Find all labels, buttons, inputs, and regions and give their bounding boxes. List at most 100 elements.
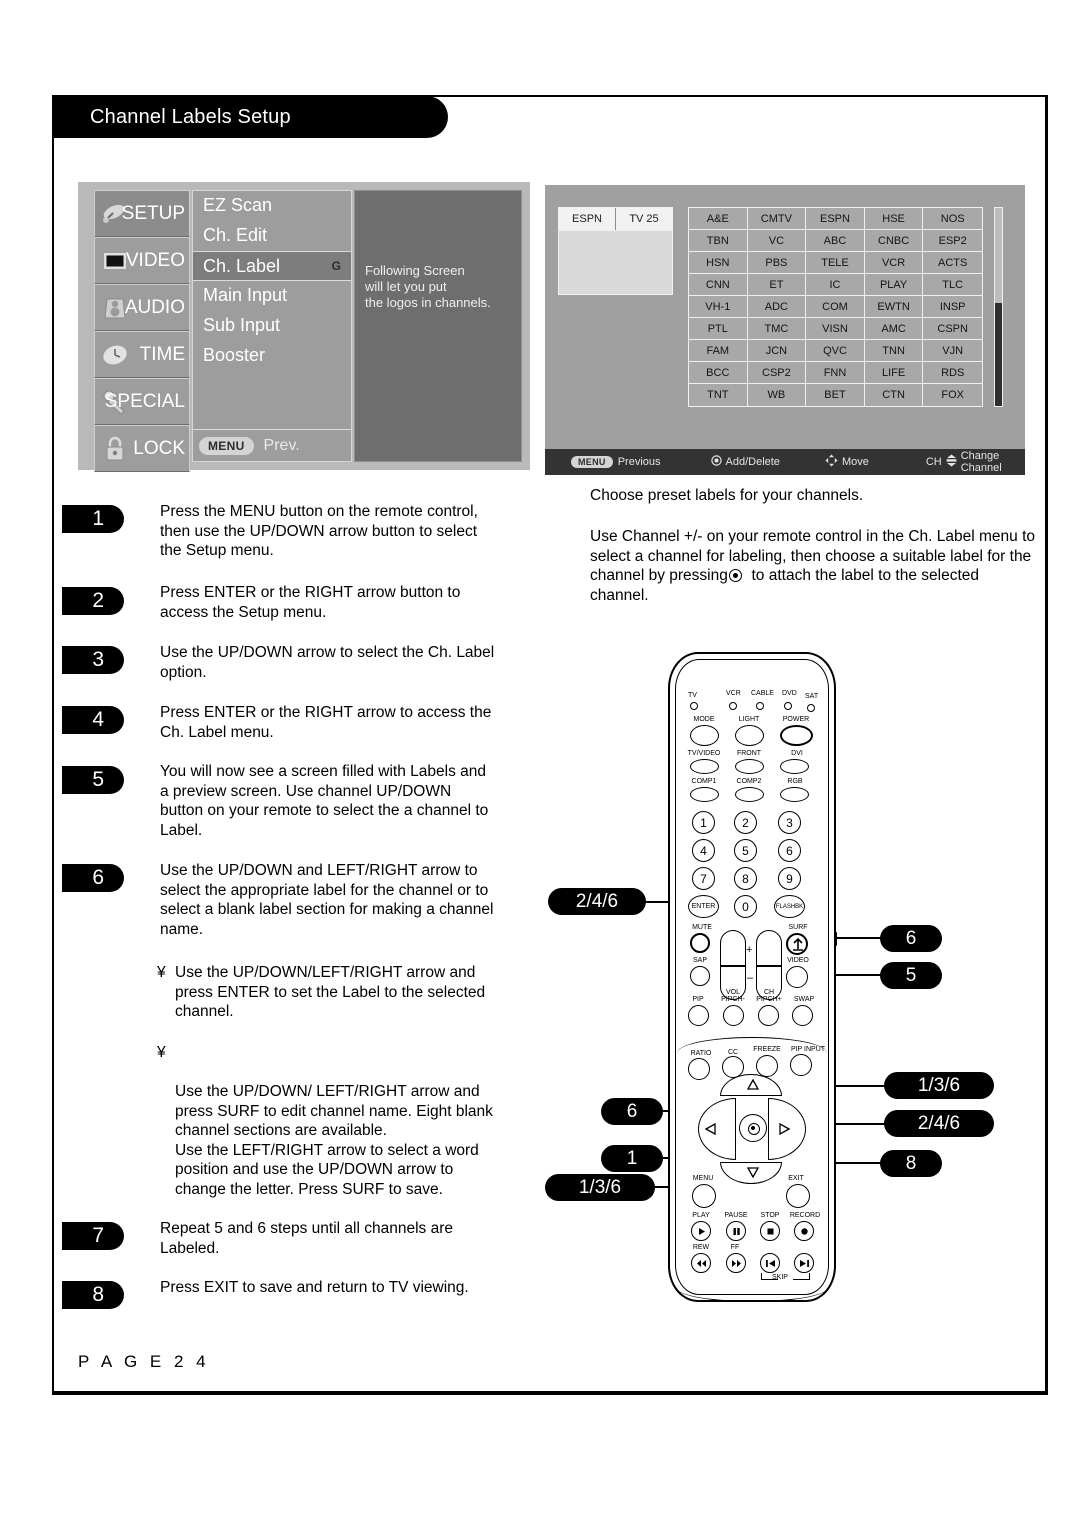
channel-label-cell[interactable]: PLAY xyxy=(864,274,924,296)
channel-label-cell[interactable]: VJN xyxy=(923,340,982,362)
osd-item-sub-input[interactable]: Sub Input xyxy=(193,311,351,341)
bottombar-add-delete[interactable]: Add/Delete xyxy=(710,455,780,469)
osd-category-video[interactable]: VIDEO xyxy=(94,237,190,284)
scrollbar-thumb[interactable] xyxy=(995,303,1002,406)
channel-label-cell[interactable]: ABC xyxy=(806,230,865,252)
channel-label-cell[interactable]: VCR xyxy=(864,252,924,274)
osd-category-special[interactable]: SPECIAL xyxy=(94,378,190,425)
channel-label-cell[interactable]: VC xyxy=(747,230,807,252)
channel-label-cell[interactable]: IC xyxy=(806,274,865,296)
keypad-1[interactable]: 1 xyxy=(692,811,715,834)
channel-label-cell[interactable]: BCC xyxy=(689,362,748,384)
channel-label-cell[interactable]: CNN xyxy=(689,274,748,296)
channel-label-cell[interactable]: TNN xyxy=(864,340,924,362)
mode-button[interactable] xyxy=(690,725,719,746)
osd-category-lock[interactable]: LOCK xyxy=(94,425,190,472)
osd-category-audio[interactable]: AUDIO xyxy=(94,284,190,331)
dvi-button[interactable] xyxy=(780,759,809,774)
channel-label-cell[interactable]: TLC xyxy=(923,274,982,296)
rgb-button[interactable] xyxy=(780,787,809,802)
channel-label-cell[interactable]: ADC xyxy=(747,296,807,318)
pipch-plus-button[interactable] xyxy=(758,1005,779,1026)
comp1-button[interactable] xyxy=(690,787,719,802)
keypad-9[interactable]: 9 xyxy=(778,867,801,890)
channel-label-cell[interactable]: A&E xyxy=(689,208,748,230)
tv-video-button[interactable] xyxy=(690,759,719,774)
flashback-button[interactable]: FLASHBK xyxy=(774,895,805,918)
enter-button[interactable]: ENTER xyxy=(688,895,719,918)
channel-label-grid[interactable]: A&E CMTV ESPN HSE NOS TBN VC ABC CNBC ESP2 HSN PBS T… xyxy=(688,207,983,407)
channel-label-cell[interactable]: HSE xyxy=(864,208,924,230)
keypad-2[interactable]: 2 xyxy=(734,811,757,834)
osd-category-setup[interactable]: SETUP xyxy=(94,190,190,237)
keypad-7[interactable]: 7 xyxy=(692,867,715,890)
channel-label-cell[interactable]: TBN xyxy=(689,230,748,252)
rewind-button[interactable] xyxy=(691,1253,711,1273)
keypad-0[interactable]: 0 xyxy=(734,895,757,918)
channel-label-cell[interactable]: CTN xyxy=(864,384,924,406)
exit-button[interactable] xyxy=(786,1184,810,1208)
play-button[interactable] xyxy=(691,1221,711,1241)
record-button[interactable] xyxy=(794,1221,814,1241)
osd-item-ch-edit[interactable]: Ch. Edit xyxy=(193,221,351,251)
channel-label-cell[interactable]: FAM xyxy=(689,340,748,362)
skip-forward-button[interactable] xyxy=(794,1253,814,1273)
fast-forward-button[interactable] xyxy=(726,1253,746,1273)
keypad-3[interactable]: 3 xyxy=(778,811,801,834)
video-button[interactable] xyxy=(786,966,808,988)
channel-label-cell[interactable]: JCN xyxy=(747,340,807,362)
front-button[interactable] xyxy=(735,759,764,774)
osd-item-booster[interactable]: Booster xyxy=(193,341,351,371)
channel-label-cell[interactable]: TNT xyxy=(689,384,748,406)
keypad-4[interactable]: 4 xyxy=(692,839,715,862)
keypad-6[interactable]: 6 xyxy=(778,839,801,862)
osd-category-time[interactable]: TIME xyxy=(94,331,190,378)
channel-label-cell[interactable]: ACTS xyxy=(923,252,982,274)
channel-label-cell[interactable]: PTL xyxy=(689,318,748,340)
channel-label-cell[interactable]: CSPN xyxy=(923,318,982,340)
label-grid-scrollbar[interactable] xyxy=(994,207,1003,407)
channel-label-cell[interactable]: VISN xyxy=(806,318,865,340)
channel-label-cell[interactable]: NOS xyxy=(923,208,982,230)
channel-label-cell[interactable]: RDS xyxy=(923,362,982,384)
channel-label-cell[interactable]: ESP2 xyxy=(923,230,982,252)
light-button[interactable] xyxy=(735,725,764,746)
channel-label-cell[interactable]: COM xyxy=(806,296,865,318)
channel-label-cell[interactable]: WB xyxy=(747,384,807,406)
channel-rocker[interactable]: CH xyxy=(756,930,782,1000)
channel-label-cell[interactable]: LIFE xyxy=(864,362,924,384)
pipch-minus-button[interactable] xyxy=(723,1005,744,1026)
pip-button[interactable] xyxy=(688,1005,709,1026)
pip-input-button[interactable] xyxy=(790,1054,812,1076)
mute-button[interactable] xyxy=(690,933,710,953)
volume-rocker[interactable]: VOL xyxy=(720,930,746,1000)
keypad-8[interactable]: 8 xyxy=(734,867,757,890)
channel-label-cell[interactable]: PBS xyxy=(747,252,807,274)
surf-button[interactable] xyxy=(786,933,808,955)
swap-button[interactable] xyxy=(792,1005,813,1026)
stop-button[interactable] xyxy=(760,1221,780,1241)
channel-label-cell[interactable]: FOX xyxy=(923,384,982,406)
osd-item-ez-scan[interactable]: EZ Scan xyxy=(193,191,351,221)
channel-label-cell[interactable]: TELE xyxy=(806,252,865,274)
bottombar-change-channel[interactable]: CH Change Channel xyxy=(926,450,1025,474)
channel-label-cell[interactable]: INSP xyxy=(923,296,982,318)
osd-item-main-input[interactable]: Main Input xyxy=(193,281,351,311)
menu-button[interactable] xyxy=(692,1184,716,1208)
comp2-button[interactable] xyxy=(735,787,764,802)
pause-button[interactable] xyxy=(726,1221,746,1241)
bottombar-move[interactable]: Move xyxy=(825,454,869,470)
osd-item-ch-label[interactable]: Ch. Label G xyxy=(193,251,351,281)
keypad-5[interactable]: 5 xyxy=(734,839,757,862)
channel-label-cell[interactable]: BET xyxy=(806,384,865,406)
channel-label-cell[interactable]: TMC xyxy=(747,318,807,340)
channel-label-cell[interactable]: ET xyxy=(747,274,807,296)
channel-label-cell[interactable]: CSP2 xyxy=(747,362,807,384)
skip-back-button[interactable] xyxy=(760,1253,780,1273)
channel-label-cell[interactable]: EWTN xyxy=(864,296,924,318)
channel-label-cell[interactable]: CNBC xyxy=(864,230,924,252)
dpad[interactable] xyxy=(692,1074,810,1186)
dpad-left-button[interactable] xyxy=(698,1098,736,1160)
dpad-ok-button[interactable] xyxy=(739,1114,767,1142)
channel-label-cell[interactable]: AMC xyxy=(864,318,924,340)
